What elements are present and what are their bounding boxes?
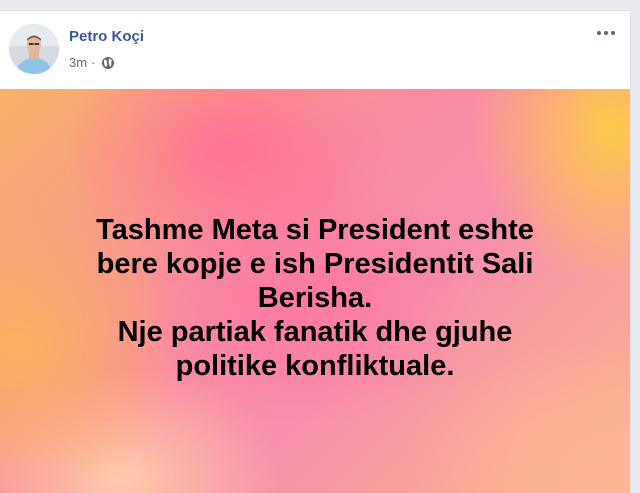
post-header: Petro Koçi 3m · xyxy=(0,11,630,89)
globe-icon[interactable] xyxy=(101,56,115,70)
author-name[interactable]: Petro Koçi xyxy=(69,28,144,45)
more-dot xyxy=(604,31,608,35)
post-text: Tashme Meta si President eshte bere kopj… xyxy=(96,214,534,382)
more-dot xyxy=(611,31,615,35)
meta-separator: · xyxy=(91,54,96,70)
post-card: Petro Koçi 3m · Tashme Meta si President… xyxy=(0,10,631,493)
post-meta: 3m · xyxy=(69,54,115,70)
more-dot xyxy=(597,31,601,35)
avatar-image xyxy=(9,24,59,74)
more-options-icon[interactable] xyxy=(594,25,618,41)
avatar[interactable] xyxy=(9,24,59,74)
post-timestamp[interactable]: 3m xyxy=(69,55,87,70)
